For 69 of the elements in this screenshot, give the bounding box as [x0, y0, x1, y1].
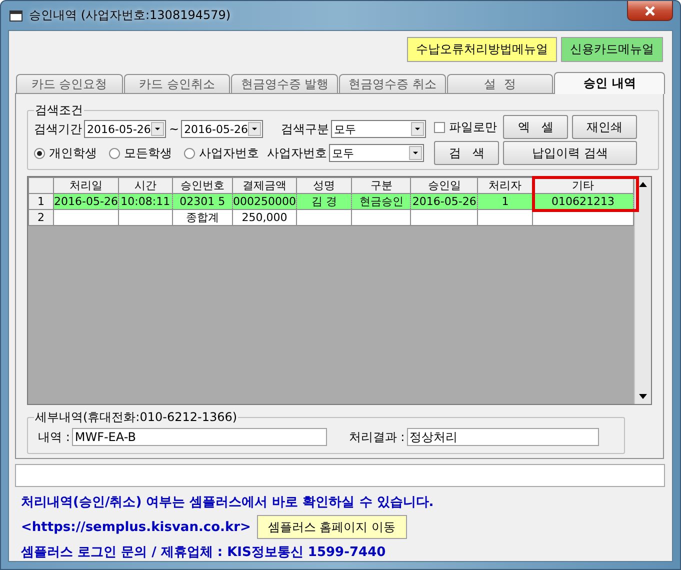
field-label: 검색기간: [34, 120, 82, 138]
tab[interactable]: 카드 승인취소: [124, 74, 230, 93]
range-separator: ~: [169, 122, 180, 136]
caret-icon[interactable]: [248, 122, 262, 136]
column-header[interactable]: 결제금액: [232, 178, 296, 194]
field-label: 내역 :: [38, 428, 70, 446]
field-label: 사업자번호: [267, 144, 327, 162]
dropdown[interactable]: 모두: [331, 120, 426, 138]
radio-option[interactable]: 개인학생: [34, 144, 97, 162]
table-cell: 02301 5: [172, 194, 232, 210]
column-header[interactable]: 승인일: [410, 178, 478, 194]
group-title: 검색조건: [34, 102, 84, 119]
tab[interactable]: 카드 승인요청: [16, 74, 123, 93]
table-cell: 000250000: [232, 194, 296, 210]
website-link[interactable]: <https://semplus.kisvan.co.kr>: [21, 520, 251, 534]
window-title: 승인내역 (사업자번호:1308194579): [29, 7, 231, 24]
manual-button[interactable]: 신용카드메뉴얼: [561, 37, 663, 62]
search-button[interactable]: 검 색: [434, 141, 500, 165]
checkbox-option[interactable]: 파일로만: [434, 118, 500, 136]
notice-text: 처리내역(승인/취소) 여부는 셈플러스에서 바로 확인하실 수 있습니다.: [21, 494, 435, 511]
column-header[interactable]: 승인번호: [172, 178, 232, 194]
column-header[interactable]: 처리자: [478, 178, 533, 194]
close-button[interactable]: [627, 1, 673, 21]
radio-button[interactable]: [109, 148, 120, 158]
table-cell: 1: [478, 194, 533, 210]
table-cell: 2016-05-26: [410, 194, 478, 210]
dropdown[interactable]: 2016-05-26: [84, 120, 166, 138]
homepage-button[interactable]: 셈플러스 홈페이지 이동: [256, 515, 407, 539]
tab[interactable]: 현금영수증 취소: [339, 74, 446, 93]
table-cell: 2016-05-26: [54, 194, 118, 210]
column-header[interactable]: 처리일: [54, 178, 118, 194]
group-title: 세부내역(휴대전화:010-6212-1366): [34, 409, 238, 426]
radio-option[interactable]: 사업자번호: [184, 144, 259, 162]
row-number: 2: [28, 210, 54, 226]
tab[interactable]: 승인 내역: [554, 72, 665, 94]
radio-button[interactable]: [184, 148, 195, 158]
table-cell: 10:08:11: [118, 194, 172, 210]
field-label: 처리결과 :: [348, 428, 405, 446]
manual-button[interactable]: 수납오류처리방법메뉴얼: [407, 37, 557, 62]
caret-icon[interactable]: [151, 122, 164, 136]
tab[interactable]: 설 정: [446, 74, 554, 93]
table-cell: 010621213: [532, 194, 634, 210]
caret-icon[interactable]: [411, 122, 424, 136]
column-header[interactable]: 시간: [118, 178, 172, 194]
dropdown[interactable]: 2016-05-26: [181, 120, 264, 138]
table-cell: 종합계: [172, 210, 232, 226]
scrollbar[interactable]: [634, 177, 651, 404]
table-cell: 현금승인: [352, 194, 411, 210]
payment-history-button[interactable]: 납입이력 검색: [503, 141, 638, 165]
table-cell: 김 경: [296, 194, 352, 210]
table-cell: 250,000: [232, 210, 296, 226]
window-icon: [9, 10, 23, 22]
column-header[interactable]: 성명: [296, 178, 352, 194]
field-label: 검색구분: [281, 120, 330, 138]
radio-option[interactable]: 모든학생: [109, 144, 172, 162]
corner-header: [28, 178, 54, 194]
caret-icon[interactable]: [409, 146, 422, 160]
column-header[interactable]: 구분: [352, 178, 411, 194]
reprint-button[interactable]: 재인쇄: [572, 115, 638, 139]
result-field[interactable]: 정상처리: [406, 428, 599, 446]
tab[interactable]: 현금영수증 발행: [231, 74, 338, 93]
excel-button[interactable]: 엑 셀: [503, 115, 568, 139]
row-number: 1: [28, 194, 54, 210]
dropdown[interactable]: 모두: [329, 144, 424, 162]
detail-field[interactable]: MWF-EA-B: [72, 428, 327, 446]
close-icon: [644, 6, 656, 16]
radio-button[interactable]: [34, 148, 45, 158]
checkbox[interactable]: [434, 122, 446, 132]
contact-text: 셈플러스 로그인 문의 / 제휴업체 : KIS정보통신 1599-7440: [21, 544, 387, 561]
